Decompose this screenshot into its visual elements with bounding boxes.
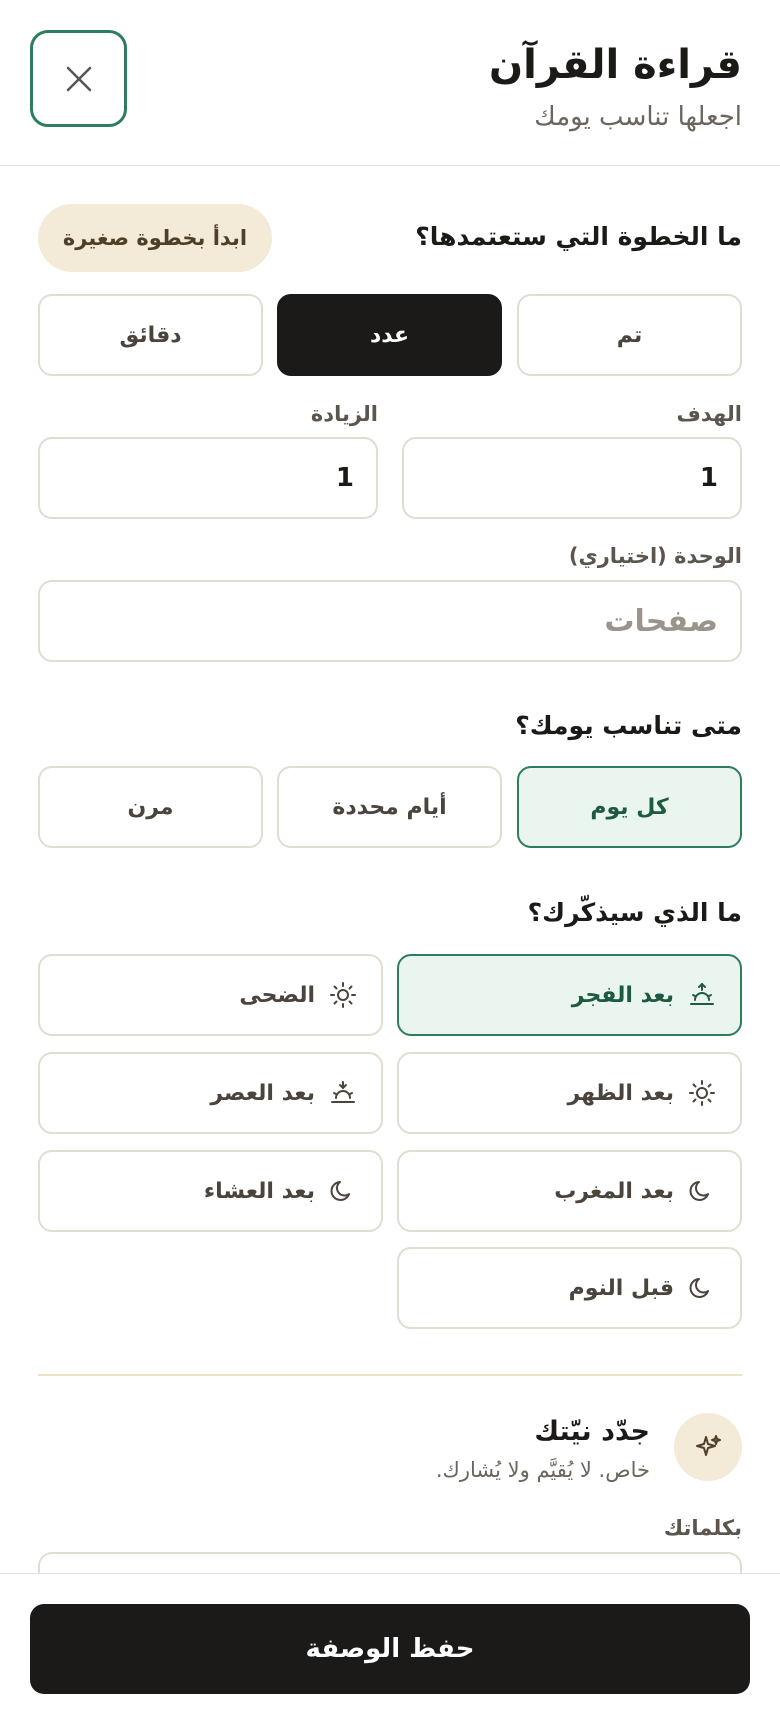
moon-icon — [689, 1181, 709, 1201]
save-recipe-button[interactable]: حفظ الوصفة — [30, 1604, 750, 1694]
reminder-label-before-sleep: قبل النوم — [568, 1275, 674, 1301]
step-option-count[interactable]: عدد — [277, 294, 502, 376]
section-divider — [38, 1374, 742, 1376]
schedule-question: متى تناسب يومك؟ — [515, 711, 742, 740]
target-input[interactable]: 1 — [402, 437, 742, 519]
header: قراءة القرآن اجعلها تناسب يومك — [0, 0, 780, 166]
reminder-label-after-maghrib: بعد المغرب — [554, 1178, 674, 1204]
step-option-minutes[interactable]: دقائق — [38, 294, 263, 376]
intention-subtitle: خاص. لا يُقيَّم ولا يُشارك. — [435, 1458, 650, 1482]
reminder-option-after-fajr[interactable]: بعد الفجر — [397, 954, 742, 1036]
reminder-option-after-isha[interactable]: بعد العشاء — [38, 1150, 383, 1232]
target-label: الهدف — [676, 402, 742, 426]
page-subtitle: اجعلها تناسب يومك — [534, 102, 742, 132]
schedule-option-specific-days[interactable]: أيام محددة — [277, 766, 502, 848]
unit-label: الوحدة (اختياري) — [568, 544, 742, 568]
reminder-option-after-maghrib[interactable]: بعد المغرب — [397, 1150, 742, 1232]
increment-label: الزيادة — [310, 402, 378, 426]
intention-title: جدّد نيّتك — [534, 1416, 650, 1447]
increment-input[interactable]: 1 — [38, 437, 378, 519]
sunset-icon — [331, 1081, 355, 1103]
moon-icon — [689, 1278, 709, 1298]
sun-icon — [330, 982, 356, 1008]
close-icon — [66, 66, 91, 91]
footer: حفظ الوصفة — [0, 1573, 780, 1725]
reminder-label-after-fajr: بعد الفجر — [571, 982, 674, 1008]
reminder-label-after-asr: بعد العصر — [210, 1080, 315, 1106]
sparkle-icon — [696, 1435, 721, 1456]
start-small-chip[interactable]: ابدأ بخطوة صغيرة — [38, 204, 272, 272]
reminder-option-after-asr[interactable]: بعد العصر — [38, 1052, 383, 1134]
moon-icon — [330, 1181, 350, 1201]
reminder-option-duha[interactable]: الضحى — [38, 954, 383, 1036]
sun-icon — [689, 1080, 715, 1106]
sparkle-badge — [674, 1413, 742, 1481]
close-button[interactable] — [30, 30, 127, 127]
page-title: قراءة القرآن — [488, 42, 742, 88]
schedule-option-daily[interactable]: كل يوم — [517, 766, 742, 848]
schedule-option-flexible[interactable]: مرن — [38, 766, 263, 848]
reminder-option-after-dhuhr[interactable]: بعد الظهر — [397, 1052, 742, 1134]
step-question: ما الخطوة التي ستعتمدها؟ — [415, 222, 742, 251]
reminder-label-after-isha: بعد العشاء — [203, 1178, 315, 1204]
words-label: بكلماتك — [663, 1516, 742, 1540]
step-option-done[interactable]: تم — [517, 294, 742, 376]
reminder-option-before-sleep[interactable]: قبل النوم — [397, 1247, 742, 1329]
reminder-label-after-dhuhr: بعد الظهر — [567, 1080, 675, 1106]
reminder-label-duha: الضحى — [239, 982, 315, 1008]
reminder-question: ما الذي سيذكّرك؟ — [527, 898, 742, 927]
sunrise-icon — [690, 982, 714, 1005]
unit-input[interactable]: صفحات — [38, 580, 742, 662]
